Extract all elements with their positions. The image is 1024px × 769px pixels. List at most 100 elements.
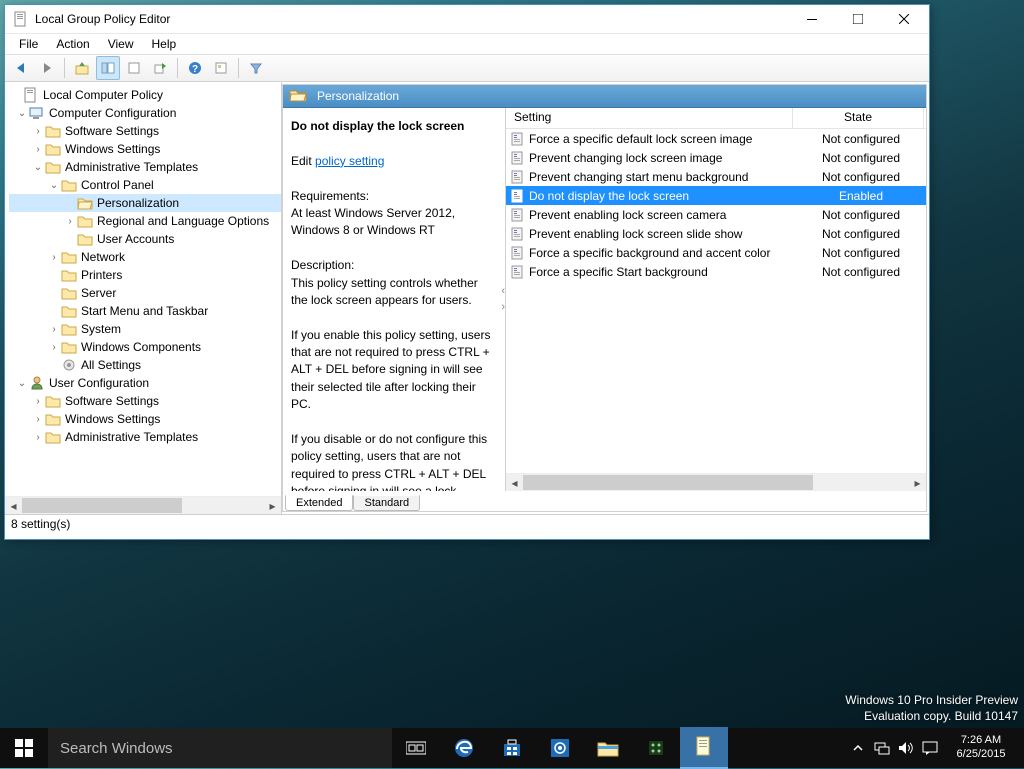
tree-item[interactable]: ›Regional and Language Options bbox=[9, 212, 281, 230]
expand-icon[interactable]: › bbox=[47, 252, 61, 263]
scroll-track[interactable] bbox=[22, 498, 264, 513]
search-box[interactable]: Search Windows bbox=[48, 728, 392, 768]
expand-icon[interactable]: › bbox=[63, 216, 77, 227]
watermark-line2: Evaluation copy. Build 10147 bbox=[845, 708, 1018, 724]
scroll-thumb[interactable] bbox=[22, 498, 182, 513]
expand-icon[interactable]: › bbox=[31, 126, 45, 137]
tray-clock[interactable]: 7:26 AM 6/25/2015 bbox=[942, 734, 1020, 762]
list-hscrollbar[interactable]: ◂ ▸ bbox=[506, 473, 926, 491]
taskbar-explorer[interactable] bbox=[584, 728, 632, 768]
splitter-handle[interactable]: ‹› bbox=[501, 108, 505, 491]
tree-item[interactable]: › System bbox=[9, 320, 281, 338]
scroll-track[interactable] bbox=[523, 475, 909, 490]
expand-icon[interactable]: › bbox=[31, 144, 45, 155]
title-bar[interactable]: Local Group Policy Editor bbox=[5, 5, 929, 34]
expand-icon[interactable]: › bbox=[47, 342, 61, 353]
view-tabs: Extended Standard bbox=[283, 491, 926, 511]
tree-item[interactable]: ›Software Settings bbox=[9, 392, 281, 410]
tree-item[interactable]: ⌄Control Panel bbox=[9, 176, 281, 194]
tree-item[interactable]: › Windows Settings bbox=[9, 410, 281, 428]
taskbar-app[interactable] bbox=[632, 728, 680, 768]
expand-icon[interactable]: › bbox=[31, 432, 45, 443]
back-button[interactable] bbox=[9, 56, 33, 80]
menu-file[interactable]: File bbox=[11, 35, 46, 53]
list-row[interactable]: Prevent enabling lock screen cameraNot c… bbox=[506, 205, 926, 224]
expand-icon[interactable]: › bbox=[31, 414, 45, 425]
taskbar-settings[interactable] bbox=[536, 728, 584, 768]
expand-icon[interactable]: › bbox=[47, 324, 61, 335]
tree-label: System bbox=[81, 322, 121, 336]
tree-item[interactable]: User Accounts bbox=[9, 230, 281, 248]
export-button[interactable] bbox=[148, 56, 172, 80]
start-button[interactable] bbox=[0, 728, 48, 768]
menu-action[interactable]: Action bbox=[48, 35, 97, 53]
tree-item[interactable]: ⌄Administrative Templates bbox=[9, 158, 281, 176]
requirements-text: At least Windows Server 2012, Windows 8 … bbox=[291, 206, 455, 237]
col-setting[interactable]: Setting bbox=[506, 108, 793, 128]
tree-item[interactable]: ›Windows Components bbox=[9, 338, 281, 356]
properties-button[interactable] bbox=[122, 56, 146, 80]
list-row[interactable]: Prevent changing start menu backgroundNo… bbox=[506, 167, 926, 186]
collapse-icon[interactable]: ⌄ bbox=[47, 180, 61, 191]
collapse-icon[interactable]: ⌄ bbox=[15, 378, 29, 389]
selected-policy-title: Do not display the lock screen bbox=[291, 119, 464, 133]
col-state[interactable]: State bbox=[793, 108, 924, 128]
collapse-icon[interactable]: ⌄ bbox=[15, 108, 29, 119]
taskbar-edge[interactable] bbox=[440, 728, 488, 768]
tree-item[interactable]: ›Software Settings bbox=[9, 122, 281, 140]
scroll-thumb[interactable] bbox=[523, 475, 813, 490]
tab-standard[interactable]: Standard bbox=[353, 495, 420, 511]
refresh-button[interactable] bbox=[209, 56, 233, 80]
content-area: Local Computer Policy ⌄Computer Configur… bbox=[5, 82, 929, 514]
help-button[interactable]: ? bbox=[183, 56, 207, 80]
tree-item[interactable]: All Settings bbox=[9, 356, 281, 374]
expand-icon[interactable]: › bbox=[31, 396, 45, 407]
tree-root[interactable]: Local Computer Policy bbox=[9, 86, 281, 104]
tree-item[interactable]: Server bbox=[9, 284, 281, 302]
tray-date: 6/25/2015 bbox=[946, 748, 1016, 762]
maximize-button[interactable] bbox=[835, 5, 881, 33]
tree-hscrollbar[interactable]: ◂ ▸ bbox=[5, 496, 281, 514]
forward-button[interactable] bbox=[35, 56, 59, 80]
tray-volume-icon[interactable] bbox=[894, 728, 918, 768]
list-row[interactable]: Do not display the lock screenEnabled bbox=[506, 186, 926, 205]
tree-label: Windows Settings bbox=[65, 412, 160, 426]
list-row[interactable]: Force a specific background and accent c… bbox=[506, 243, 926, 262]
list-row[interactable]: Force a specific Start backgroundNot con… bbox=[506, 262, 926, 281]
task-view-button[interactable] bbox=[392, 728, 440, 768]
list-row[interactable]: Prevent enabling lock screen slide showN… bbox=[506, 224, 926, 243]
tree-user-config[interactable]: ⌄User Configuration bbox=[9, 374, 281, 392]
list-row[interactable]: Prevent changing lock screen imageNot co… bbox=[506, 148, 926, 167]
taskbar-gpedit[interactable] bbox=[680, 727, 728, 769]
tree-item[interactable]: ›Network bbox=[9, 248, 281, 266]
folder-icon bbox=[61, 249, 77, 265]
tree-item-personalization[interactable]: Personalization bbox=[9, 194, 281, 212]
setting-state: Not configured bbox=[796, 265, 926, 279]
show-hide-tree-button[interactable] bbox=[96, 56, 120, 80]
filter-button[interactable] bbox=[244, 56, 268, 80]
tree-item[interactable]: ›Windows Settings bbox=[9, 140, 281, 158]
tray-network-icon[interactable] bbox=[870, 728, 894, 768]
scroll-left-icon[interactable]: ◂ bbox=[5, 498, 22, 513]
policy-tree[interactable]: Local Computer Policy ⌄Computer Configur… bbox=[5, 82, 281, 496]
menu-view[interactable]: View bbox=[100, 35, 142, 53]
menu-help[interactable]: Help bbox=[144, 35, 185, 53]
scroll-right-icon[interactable]: ▸ bbox=[264, 498, 281, 513]
up-button[interactable] bbox=[70, 56, 94, 80]
tree-item[interactable]: ›Administrative Templates bbox=[9, 428, 281, 446]
tray-notifications-icon[interactable] bbox=[918, 728, 942, 768]
edit-policy-link[interactable]: policy setting bbox=[315, 154, 384, 168]
list-rows[interactable]: Force a specific default lock screen ima… bbox=[506, 129, 926, 473]
tab-extended[interactable]: Extended bbox=[285, 495, 353, 511]
collapse-icon[interactable]: ⌄ bbox=[31, 162, 45, 173]
taskbar-store[interactable] bbox=[488, 728, 536, 768]
minimize-button[interactable] bbox=[789, 5, 835, 33]
close-button[interactable] bbox=[881, 5, 927, 33]
tree-item[interactable]: Start Menu and Taskbar bbox=[9, 302, 281, 320]
scroll-left-icon[interactable]: ◂ bbox=[506, 475, 523, 490]
tray-overflow-icon[interactable] bbox=[846, 728, 870, 768]
scroll-right-icon[interactable]: ▸ bbox=[909, 475, 926, 490]
list-row[interactable]: Force a specific default lock screen ima… bbox=[506, 129, 926, 148]
tree-computer-config[interactable]: ⌄Computer Configuration bbox=[9, 104, 281, 122]
tree-item[interactable]: Printers bbox=[9, 266, 281, 284]
